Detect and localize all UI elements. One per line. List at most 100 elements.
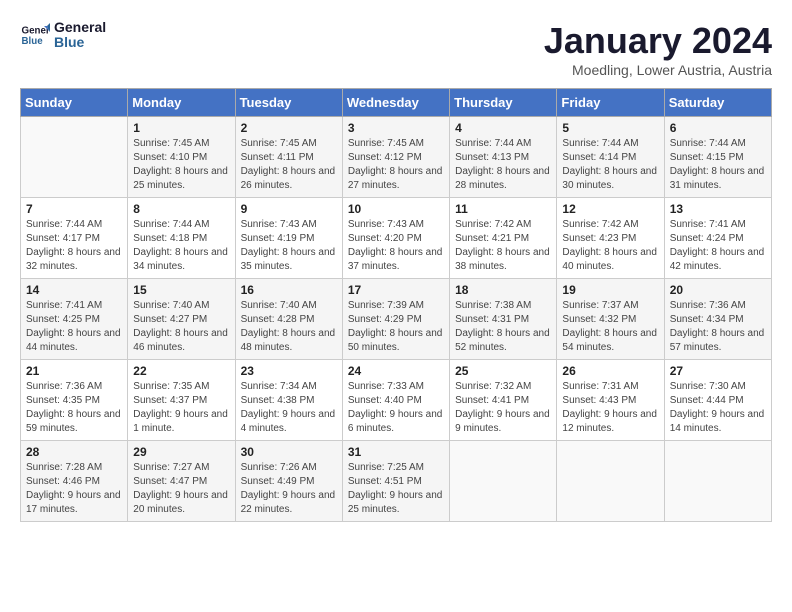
calendar-cell: 11 Sunrise: 7:42 AM Sunset: 4:21 PM Dayl…: [450, 198, 557, 279]
calendar-cell: [450, 441, 557, 522]
calendar-cell: 16 Sunrise: 7:40 AM Sunset: 4:28 PM Dayl…: [235, 279, 342, 360]
calendar-cell: 22 Sunrise: 7:35 AM Sunset: 4:37 PM Dayl…: [128, 360, 235, 441]
day-number: 14: [26, 283, 122, 297]
calendar-cell: 9 Sunrise: 7:43 AM Sunset: 4:19 PM Dayli…: [235, 198, 342, 279]
day-info: Sunrise: 7:40 AM Sunset: 4:28 PM Dayligh…: [241, 299, 337, 355]
calendar-cell: 14 Sunrise: 7:41 AM Sunset: 4:25 PM Dayl…: [21, 279, 128, 360]
calendar-cell: 7 Sunrise: 7:44 AM Sunset: 4:17 PM Dayli…: [21, 198, 128, 279]
calendar-cell: 31 Sunrise: 7:25 AM Sunset: 4:51 PM Dayl…: [342, 441, 449, 522]
day-number: 3: [348, 121, 444, 135]
day-number: 11: [455, 202, 551, 216]
day-info: Sunrise: 7:43 AM Sunset: 4:20 PM Dayligh…: [348, 218, 444, 274]
calendar-cell: 27 Sunrise: 7:30 AM Sunset: 4:44 PM Dayl…: [664, 360, 771, 441]
day-info: Sunrise: 7:34 AM Sunset: 4:38 PM Dayligh…: [241, 380, 337, 436]
day-info: Sunrise: 7:36 AM Sunset: 4:35 PM Dayligh…: [26, 380, 122, 436]
calendar-cell: 6 Sunrise: 7:44 AM Sunset: 4:15 PM Dayli…: [664, 117, 771, 198]
day-number: 30: [241, 445, 337, 459]
calendar-cell: [557, 441, 664, 522]
weekday-header-row: SundayMondayTuesdayWednesdayThursdayFrid…: [21, 89, 772, 117]
day-info: Sunrise: 7:27 AM Sunset: 4:47 PM Dayligh…: [133, 461, 229, 517]
logo-general: General: [54, 20, 106, 35]
weekday-header-monday: Monday: [128, 89, 235, 117]
title-section: January 2024 Moedling, Lower Austria, Au…: [544, 20, 772, 78]
calendar-cell: 15 Sunrise: 7:40 AM Sunset: 4:27 PM Dayl…: [128, 279, 235, 360]
week-row-4: 21 Sunrise: 7:36 AM Sunset: 4:35 PM Dayl…: [21, 360, 772, 441]
calendar-cell: 24 Sunrise: 7:33 AM Sunset: 4:40 PM Dayl…: [342, 360, 449, 441]
calendar-cell: 30 Sunrise: 7:26 AM Sunset: 4:49 PM Dayl…: [235, 441, 342, 522]
day-number: 5: [562, 121, 658, 135]
day-info: Sunrise: 7:26 AM Sunset: 4:49 PM Dayligh…: [241, 461, 337, 517]
day-info: Sunrise: 7:36 AM Sunset: 4:34 PM Dayligh…: [670, 299, 766, 355]
day-info: Sunrise: 7:45 AM Sunset: 4:10 PM Dayligh…: [133, 137, 229, 193]
week-row-1: 1 Sunrise: 7:45 AM Sunset: 4:10 PM Dayli…: [21, 117, 772, 198]
day-number: 24: [348, 364, 444, 378]
day-info: Sunrise: 7:44 AM Sunset: 4:13 PM Dayligh…: [455, 137, 551, 193]
calendar-cell: [21, 117, 128, 198]
day-info: Sunrise: 7:39 AM Sunset: 4:29 PM Dayligh…: [348, 299, 444, 355]
day-info: Sunrise: 7:31 AM Sunset: 4:43 PM Dayligh…: [562, 380, 658, 436]
calendar-subtitle: Moedling, Lower Austria, Austria: [544, 62, 772, 78]
weekday-header-sunday: Sunday: [21, 89, 128, 117]
calendar-cell: 28 Sunrise: 7:28 AM Sunset: 4:46 PM Dayl…: [21, 441, 128, 522]
day-info: Sunrise: 7:25 AM Sunset: 4:51 PM Dayligh…: [348, 461, 444, 517]
day-info: Sunrise: 7:33 AM Sunset: 4:40 PM Dayligh…: [348, 380, 444, 436]
svg-text:Blue: Blue: [22, 36, 44, 47]
day-info: Sunrise: 7:32 AM Sunset: 4:41 PM Dayligh…: [455, 380, 551, 436]
calendar-cell: 12 Sunrise: 7:42 AM Sunset: 4:23 PM Dayl…: [557, 198, 664, 279]
day-info: Sunrise: 7:45 AM Sunset: 4:11 PM Dayligh…: [241, 137, 337, 193]
calendar-cell: 29 Sunrise: 7:27 AM Sunset: 4:47 PM Dayl…: [128, 441, 235, 522]
day-info: Sunrise: 7:40 AM Sunset: 4:27 PM Dayligh…: [133, 299, 229, 355]
day-number: 7: [26, 202, 122, 216]
week-row-5: 28 Sunrise: 7:28 AM Sunset: 4:46 PM Dayl…: [21, 441, 772, 522]
day-number: 25: [455, 364, 551, 378]
calendar-cell: 17 Sunrise: 7:39 AM Sunset: 4:29 PM Dayl…: [342, 279, 449, 360]
day-info: Sunrise: 7:44 AM Sunset: 4:17 PM Dayligh…: [26, 218, 122, 274]
calendar-cell: 4 Sunrise: 7:44 AM Sunset: 4:13 PM Dayli…: [450, 117, 557, 198]
day-number: 2: [241, 121, 337, 135]
day-info: Sunrise: 7:42 AM Sunset: 4:21 PM Dayligh…: [455, 218, 551, 274]
day-number: 9: [241, 202, 337, 216]
day-info: Sunrise: 7:42 AM Sunset: 4:23 PM Dayligh…: [562, 218, 658, 274]
day-number: 4: [455, 121, 551, 135]
day-number: 17: [348, 283, 444, 297]
day-number: 19: [562, 283, 658, 297]
day-info: Sunrise: 7:28 AM Sunset: 4:46 PM Dayligh…: [26, 461, 122, 517]
logo: General Blue General Blue: [20, 20, 106, 51]
calendar-cell: 2 Sunrise: 7:45 AM Sunset: 4:11 PM Dayli…: [235, 117, 342, 198]
day-info: Sunrise: 7:44 AM Sunset: 4:14 PM Dayligh…: [562, 137, 658, 193]
calendar-cell: 26 Sunrise: 7:31 AM Sunset: 4:43 PM Dayl…: [557, 360, 664, 441]
weekday-header-tuesday: Tuesday: [235, 89, 342, 117]
weekday-header-friday: Friday: [557, 89, 664, 117]
weekday-header-saturday: Saturday: [664, 89, 771, 117]
calendar-title: January 2024: [544, 20, 772, 62]
day-number: 22: [133, 364, 229, 378]
day-number: 6: [670, 121, 766, 135]
calendar-cell: 18 Sunrise: 7:38 AM Sunset: 4:31 PM Dayl…: [450, 279, 557, 360]
day-info: Sunrise: 7:44 AM Sunset: 4:18 PM Dayligh…: [133, 218, 229, 274]
day-number: 12: [562, 202, 658, 216]
day-info: Sunrise: 7:41 AM Sunset: 4:24 PM Dayligh…: [670, 218, 766, 274]
week-row-3: 14 Sunrise: 7:41 AM Sunset: 4:25 PM Dayl…: [21, 279, 772, 360]
calendar-cell: 10 Sunrise: 7:43 AM Sunset: 4:20 PM Dayl…: [342, 198, 449, 279]
day-number: 27: [670, 364, 766, 378]
logo-icon: General Blue: [20, 20, 50, 50]
logo-blue: Blue: [54, 35, 106, 50]
day-info: Sunrise: 7:35 AM Sunset: 4:37 PM Dayligh…: [133, 380, 229, 436]
calendar-table: SundayMondayTuesdayWednesdayThursdayFrid…: [20, 88, 772, 522]
calendar-cell: 8 Sunrise: 7:44 AM Sunset: 4:18 PM Dayli…: [128, 198, 235, 279]
calendar-cell: 5 Sunrise: 7:44 AM Sunset: 4:14 PM Dayli…: [557, 117, 664, 198]
day-info: Sunrise: 7:45 AM Sunset: 4:12 PM Dayligh…: [348, 137, 444, 193]
calendar-cell: [664, 441, 771, 522]
day-info: Sunrise: 7:37 AM Sunset: 4:32 PM Dayligh…: [562, 299, 658, 355]
calendar-cell: 19 Sunrise: 7:37 AM Sunset: 4:32 PM Dayl…: [557, 279, 664, 360]
calendar-cell: 13 Sunrise: 7:41 AM Sunset: 4:24 PM Dayl…: [664, 198, 771, 279]
day-info: Sunrise: 7:38 AM Sunset: 4:31 PM Dayligh…: [455, 299, 551, 355]
day-number: 29: [133, 445, 229, 459]
day-info: Sunrise: 7:43 AM Sunset: 4:19 PM Dayligh…: [241, 218, 337, 274]
calendar-cell: 25 Sunrise: 7:32 AM Sunset: 4:41 PM Dayl…: [450, 360, 557, 441]
week-row-2: 7 Sunrise: 7:44 AM Sunset: 4:17 PM Dayli…: [21, 198, 772, 279]
day-number: 21: [26, 364, 122, 378]
calendar-cell: 23 Sunrise: 7:34 AM Sunset: 4:38 PM Dayl…: [235, 360, 342, 441]
day-number: 1: [133, 121, 229, 135]
day-number: 16: [241, 283, 337, 297]
